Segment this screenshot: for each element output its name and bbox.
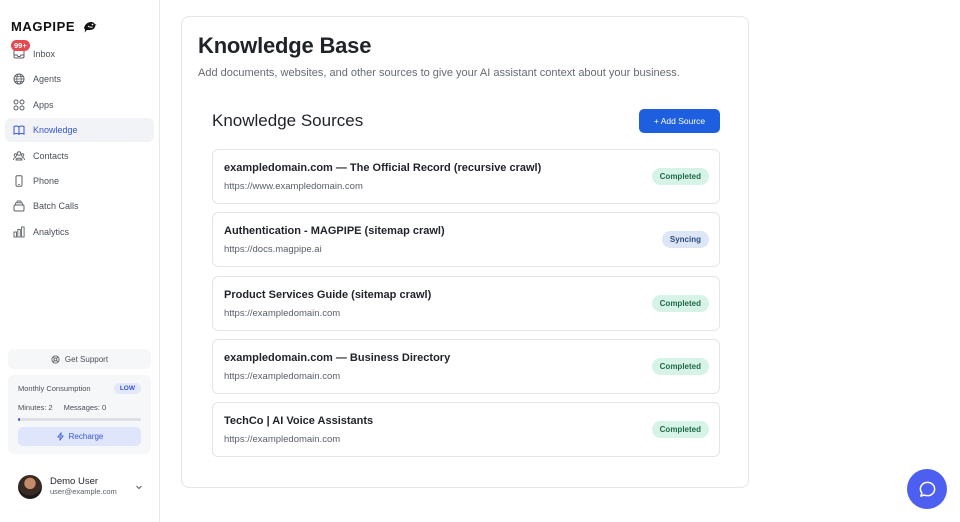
consumption-progress-bar bbox=[18, 418, 141, 421]
logo-text: MAGPIPE bbox=[11, 18, 76, 34]
source-url: https://exampledomain.com bbox=[224, 307, 341, 319]
sidebar-item-label: Phone bbox=[33, 175, 60, 186]
source-name: exampledomain.com — The Official Record … bbox=[224, 162, 542, 174]
list-item[interactable]: TechCo | AI Voice Assistants https://exa… bbox=[212, 402, 720, 458]
sidebar-item-label: Inbox bbox=[33, 49, 56, 59]
contacts-icon bbox=[13, 150, 25, 162]
section-title: Knowledge Sources bbox=[212, 111, 364, 130]
messages-count: Messages: 0 bbox=[63, 403, 107, 412]
sidebar-item-contacts[interactable]: Contacts bbox=[5, 144, 154, 168]
sidebar-item-label: Contacts bbox=[33, 150, 69, 161]
status-badge: Completed bbox=[651, 357, 709, 375]
source-url: https://www.exampledomain.com bbox=[224, 181, 363, 192]
page-title: Knowledge Base bbox=[198, 33, 372, 58]
sidebar-nav: 99+ Inbox Agents Apps Knowledge Contacts… bbox=[5, 40, 154, 245]
chat-button[interactable] bbox=[907, 469, 947, 509]
chevron-down-icon bbox=[136, 485, 142, 489]
globe-icon bbox=[13, 73, 25, 85]
knowledge-base-card: Knowledge Base Add documents, websites, … bbox=[181, 16, 749, 488]
sidebar-item-label: Apps bbox=[33, 99, 54, 110]
consumption-label: Monthly Consumption bbox=[18, 384, 91, 393]
sidebar-item-apps[interactable]: Apps bbox=[5, 93, 154, 117]
sidebar-item-inbox[interactable]: 99+ Inbox bbox=[5, 40, 154, 66]
consumption-level-badge: LOW bbox=[113, 383, 141, 394]
status-badge: Completed bbox=[651, 168, 709, 185]
inbox-count-badge: 99+ bbox=[11, 40, 30, 51]
batch-icon bbox=[13, 200, 25, 212]
source-name: TechCo | AI Voice Assistants bbox=[224, 415, 374, 428]
sidebar-item-label: Batch Calls bbox=[33, 201, 79, 212]
support-icon bbox=[51, 354, 60, 364]
page-subtitle: Add documents, websites, and other sourc… bbox=[198, 67, 680, 79]
chat-bubble-icon bbox=[919, 481, 935, 497]
sidebar-item-label: Agents bbox=[33, 74, 62, 85]
minutes-count: Minutes: 2 bbox=[18, 403, 53, 412]
consumption-progress-fill bbox=[18, 418, 21, 421]
status-badge: Completed bbox=[651, 421, 709, 439]
source-name: Authentication - MAGPIPE (sitemap crawl) bbox=[224, 225, 445, 238]
recharge-button[interactable]: Recharge bbox=[18, 427, 141, 446]
get-support-button[interactable]: Get Support bbox=[8, 349, 151, 369]
sidebar-item-knowledge[interactable]: Knowledge bbox=[5, 118, 154, 143]
user-email: user@example.com bbox=[50, 487, 117, 496]
lightning-icon bbox=[57, 432, 64, 441]
monthly-consumption-panel: Monthly Consumption LOW Minutes: 2 Messa… bbox=[8, 375, 151, 454]
status-badge: Syncing bbox=[661, 231, 709, 249]
knowledge-sources-list: exampledomain.com — The Official Record … bbox=[212, 149, 720, 465]
sidebar-item-phone[interactable]: Phone bbox=[5, 169, 154, 193]
chart-icon bbox=[13, 226, 25, 238]
magpie-logo-icon bbox=[84, 22, 97, 33]
user-name: Demo User bbox=[50, 476, 99, 487]
sidebar-item-batch-calls[interactable]: Batch Calls bbox=[5, 194, 154, 218]
source-name: Product Services Guide (sitemap crawl) bbox=[224, 288, 432, 301]
source-url: https://exampledomain.com bbox=[224, 434, 341, 446]
source-url: https://docs.magpipe.ai bbox=[224, 244, 322, 256]
sidebar: MAGPIPE 99+ Inbox Agents Apps Knowledge … bbox=[0, 0, 160, 522]
get-support-label: Get Support bbox=[64, 354, 109, 364]
add-source-button[interactable]: + Add Source bbox=[639, 109, 720, 133]
sidebar-item-label: Knowledge bbox=[33, 125, 78, 136]
phone-icon bbox=[13, 175, 25, 187]
sidebar-item-analytics[interactable]: Analytics bbox=[5, 220, 154, 244]
avatar bbox=[18, 474, 42, 499]
list-item[interactable]: Authentication - MAGPIPE (sitemap crawl)… bbox=[212, 212, 720, 268]
list-item[interactable]: Product Services Guide (sitemap crawl) h… bbox=[212, 275, 720, 331]
user-menu[interactable]: Demo User user@example.com bbox=[18, 474, 143, 499]
logo[interactable]: MAGPIPE bbox=[11, 18, 97, 34]
status-badge: Completed bbox=[651, 294, 709, 312]
list-item[interactable]: exampledomain.com — Business Directory h… bbox=[212, 338, 720, 394]
list-item[interactable]: exampledomain.com — The Official Record … bbox=[212, 149, 720, 204]
book-icon bbox=[13, 124, 25, 136]
sidebar-item-agents[interactable]: Agents bbox=[5, 67, 154, 91]
source-name: exampledomain.com — Business Directory bbox=[224, 351, 451, 364]
sidebar-item-label: Analytics bbox=[33, 226, 70, 237]
grid-icon bbox=[13, 99, 25, 111]
recharge-label: Recharge bbox=[68, 432, 104, 441]
source-url: https://exampledomain.com bbox=[224, 370, 341, 382]
